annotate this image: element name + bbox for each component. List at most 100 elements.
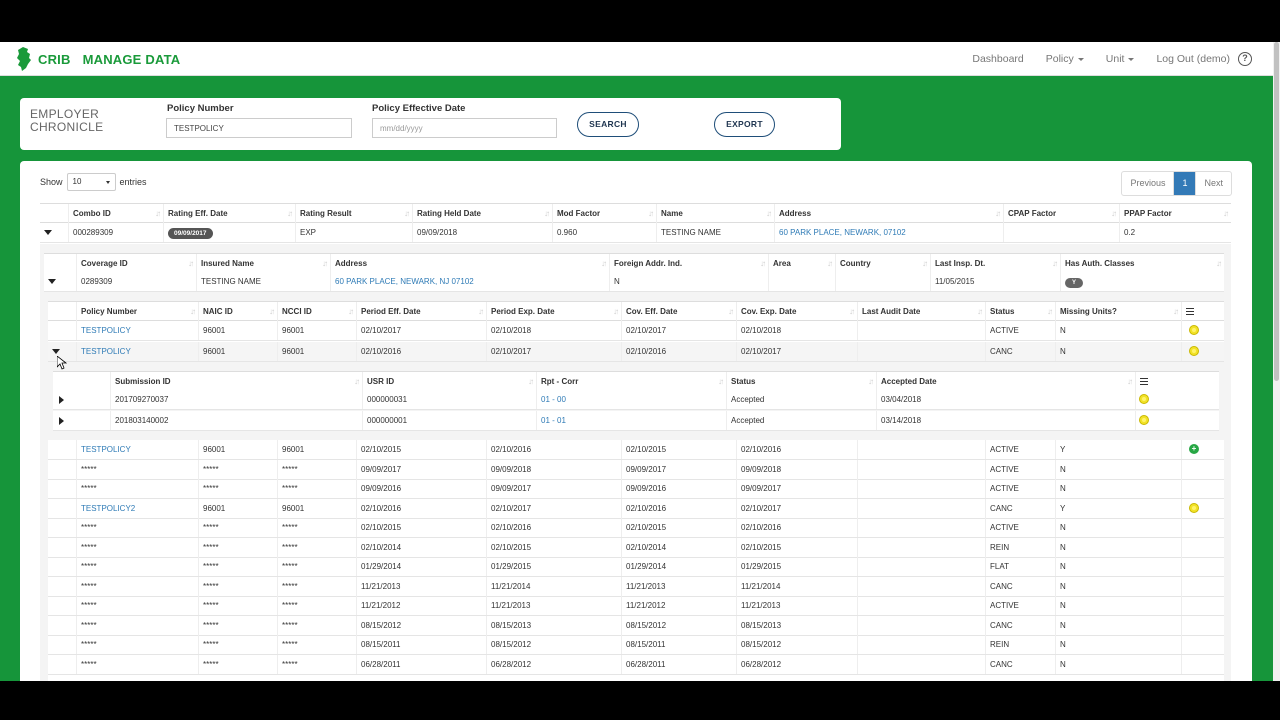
column-header-has-auth-classes[interactable]: Has Auth. Classes ↓↑ xyxy=(1060,254,1224,273)
column-header-address[interactable]: Address ↓↑ xyxy=(774,204,1003,223)
policy-row[interactable]: ***** ***** ***** 02/10/2014 02/10/2015 02/10… xyxy=(48,538,1224,558)
search-button[interactable]: SEARCH xyxy=(577,112,639,137)
effective-date-input[interactable] xyxy=(372,118,557,138)
column-header-status[interactable]: Status ↓↑ xyxy=(985,302,1055,321)
column-header-name[interactable]: Name ↓↑ xyxy=(656,204,774,223)
cell-value[interactable]: 01 - 01 xyxy=(541,416,566,425)
scrollbar-thumb[interactable] xyxy=(1274,42,1279,381)
column-header-accepted-date[interactable]: Accepted Date ↓↑ xyxy=(876,372,1135,391)
column-header-rating-held-date[interactable]: Rating Held Date ↓↑ xyxy=(412,204,552,223)
cell-value[interactable]: 01 - 00 xyxy=(541,395,566,404)
cell-value[interactable]: 60 PARK PLACE, NEWARK, NJ 07102 xyxy=(335,277,474,286)
help-icon[interactable]: ? xyxy=(1238,52,1252,66)
column-header-rating-eff-date[interactable]: Rating Eff. Date ↓↑ xyxy=(163,204,295,223)
column-header-mod-factor[interactable]: Mod Factor ↓↑ xyxy=(552,204,656,223)
nav-dashboard[interactable]: Dashboard xyxy=(972,53,1023,65)
coverage-table-row[interactable]: 0289309 TESTING NAME 60 PARK PLACE, NEWARK… xyxy=(44,272,1224,292)
cell-value: 02/10/2015 xyxy=(361,445,402,454)
policy-row[interactable]: ***** ***** ***** 09/09/2016 09/09/2017 09/09… xyxy=(48,479,1224,499)
policy-row[interactable]: TESTPOLICY 96001 96001 02/10/2015 02/10/2016… xyxy=(48,440,1224,460)
cell-value[interactable]: TESTPOLICY xyxy=(81,347,131,356)
combo-table-row[interactable]: 000289309 09/09/2017 EXP 09/09/2018 0.960 TES… xyxy=(40,223,1231,243)
expand-toggle-icon[interactable] xyxy=(44,230,52,235)
expand-toggle-icon[interactable] xyxy=(59,417,64,425)
column-header-country[interactable]: Country ↓↑ xyxy=(835,254,930,273)
cell-missing-units: N xyxy=(1055,342,1181,361)
column-header-period-exp-date[interactable]: Period Exp. Date ↓↑ xyxy=(486,302,621,321)
policy-row[interactable]: TESTPOLICY2 96001 96001 02/10/2016 02/10/201… xyxy=(48,499,1224,519)
column-header-usr-id[interactable]: USR ID ↓↑ xyxy=(362,372,536,391)
column-header-policy-number[interactable]: Policy Number ↓↑ xyxy=(76,302,198,321)
cell-policy-number: TESTPOLICY2 xyxy=(76,499,198,518)
policy-row[interactable]: ***** ***** ***** 09/09/2017 09/09/2018 09/09… xyxy=(48,460,1224,480)
column-header-ppap-factor[interactable]: PPAP Factor ↓↑ xyxy=(1119,204,1231,223)
status-dot-icon[interactable] xyxy=(1189,325,1199,335)
policy-row[interactable]: ***** ***** ***** 02/10/2015 02/10/2016 02/10… xyxy=(48,518,1224,538)
cell-ncci-id: 96001 xyxy=(277,321,356,340)
cell-period-eff-date: 02/10/2015 xyxy=(356,440,486,459)
column-header-last-insp-dt[interactable]: Last Insp. Dt. ↓↑ xyxy=(930,254,1060,273)
cell-actions xyxy=(1181,596,1224,615)
pagination-next[interactable]: Next xyxy=(1195,172,1231,195)
policy-row[interactable]: TESTPOLICY 96001 96001 02/10/2016 02/10/2017… xyxy=(48,342,1224,362)
policy-row[interactable]: TESTPOLICY 96001 96001 02/10/2017 02/10/2018… xyxy=(48,321,1224,341)
nav-logout[interactable]: Log Out (demo) xyxy=(1156,53,1230,65)
column-header-rpt-corr[interactable]: Rpt - Corr ↓↑ xyxy=(536,372,726,391)
column-header-cov-exp-date[interactable]: Cov. Exp. Date ↓↑ xyxy=(736,302,857,321)
policy-row[interactable]: ***** ***** ***** 06/28/2011 06/28/2012 06/28… xyxy=(48,655,1224,675)
submission-row[interactable]: 201709270037 000000031 01 - 00 Accepted 03/0… xyxy=(53,390,1219,410)
column-header-insured-name[interactable]: Insured Name ↓↑ xyxy=(196,254,330,273)
column-header-naic-id[interactable]: NAIC ID ↓↑ xyxy=(198,302,277,321)
cell-actions xyxy=(1135,390,1219,409)
pagination-page[interactable]: 1 xyxy=(1173,172,1196,195)
expand-toggle-icon[interactable] xyxy=(48,279,56,284)
cell-value[interactable]: TESTPOLICY2 xyxy=(81,504,135,513)
status-dot-icon[interactable] xyxy=(1139,415,1149,425)
expand-toggle-icon[interactable] xyxy=(52,349,60,354)
page-scrollbar[interactable] xyxy=(1273,42,1280,681)
column-header-address[interactable]: Address ↓↑ xyxy=(330,254,609,273)
cell-policy-number: ***** xyxy=(76,518,198,537)
cell-last-insp-dt: 11/05/2015 xyxy=(930,272,1060,291)
column-header-foreign-addr-ind[interactable]: Foreign Addr. Ind. ↓↑ xyxy=(609,254,768,273)
status-dot-icon[interactable] xyxy=(1189,346,1199,356)
policy-row[interactable]: ***** ***** ***** 01/29/2014 01/29/2015 01/29… xyxy=(48,557,1224,577)
cell-value: 03/04/2018 xyxy=(881,395,922,404)
cell-status: REIN xyxy=(985,538,1055,557)
cell-value[interactable]: 60 PARK PLACE, NEWARK, 07102 xyxy=(779,228,906,237)
policy-row[interactable]: ***** ***** ***** 11/21/2012 11/21/2013 11/21… xyxy=(48,596,1224,616)
nav-unit-dropdown[interactable]: Unit xyxy=(1106,53,1135,65)
column-header-cov-eff-date[interactable]: Cov. Eff. Date ↓↑ xyxy=(621,302,736,321)
status-dot-icon[interactable] xyxy=(1139,394,1149,404)
caret-down-icon xyxy=(105,181,110,184)
entries-select[interactable]: 10 xyxy=(66,173,116,191)
column-header-ncci-id[interactable]: NCCI ID ↓↑ xyxy=(277,302,356,321)
column-header-missing-units[interactable]: Missing Units? ↓↑ xyxy=(1055,302,1181,321)
pagination-previous[interactable]: Previous xyxy=(1122,172,1173,195)
cell-value: 11/21/2013 xyxy=(491,601,531,610)
column-header-coverage-id[interactable]: Coverage ID ↓↑ xyxy=(76,254,196,273)
entries-control: Show 10 entries xyxy=(40,173,147,191)
column-header-last-audit-date[interactable]: Last Audit Date ↓↑ xyxy=(857,302,985,321)
status-dot-icon[interactable] xyxy=(1189,503,1199,513)
column-header-period-eff-date[interactable]: Period Eff. Date ↓↑ xyxy=(356,302,486,321)
policy-row[interactable]: ***** ***** ***** 11/21/2013 11/21/2014 11/21… xyxy=(48,577,1224,597)
expand-toggle-icon[interactable] xyxy=(59,396,64,404)
logo[interactable]: CRIB MANAGE DATA xyxy=(16,47,180,71)
column-header-combo-id[interactable]: Combo ID ↓↑ xyxy=(68,204,163,223)
column-header-rating-result[interactable]: Rating Result ↓↑ xyxy=(295,204,412,223)
column-header-area[interactable]: Area ↓↑ xyxy=(768,254,835,273)
policy-row[interactable]: ***** ***** ***** 08/15/2011 08/15/2012 08/15… xyxy=(48,635,1224,655)
cell-value[interactable]: TESTPOLICY xyxy=(81,326,131,335)
column-header-cpap-factor[interactable]: CPAP Factor ↓↑ xyxy=(1003,204,1119,223)
cell-cov-eff-date: 11/21/2013 xyxy=(621,577,736,596)
export-button[interactable]: EXPORT xyxy=(714,112,775,137)
cell-value[interactable]: TESTPOLICY xyxy=(81,445,131,454)
policy-number-input[interactable] xyxy=(166,118,352,138)
column-header-submission-id[interactable]: Submission ID ↓↑ xyxy=(110,372,362,391)
policy-row[interactable]: ***** ***** ***** 08/15/2012 08/15/2013 08/15… xyxy=(48,616,1224,636)
submission-row[interactable]: 201803140002 000000001 01 - 01 Accepted 03/1… xyxy=(53,411,1219,431)
column-header-status[interactable]: Status ↓↑ xyxy=(726,372,876,391)
nav-policy-dropdown[interactable]: Policy xyxy=(1046,53,1084,65)
add-circle-icon[interactable]: + xyxy=(1189,444,1199,454)
